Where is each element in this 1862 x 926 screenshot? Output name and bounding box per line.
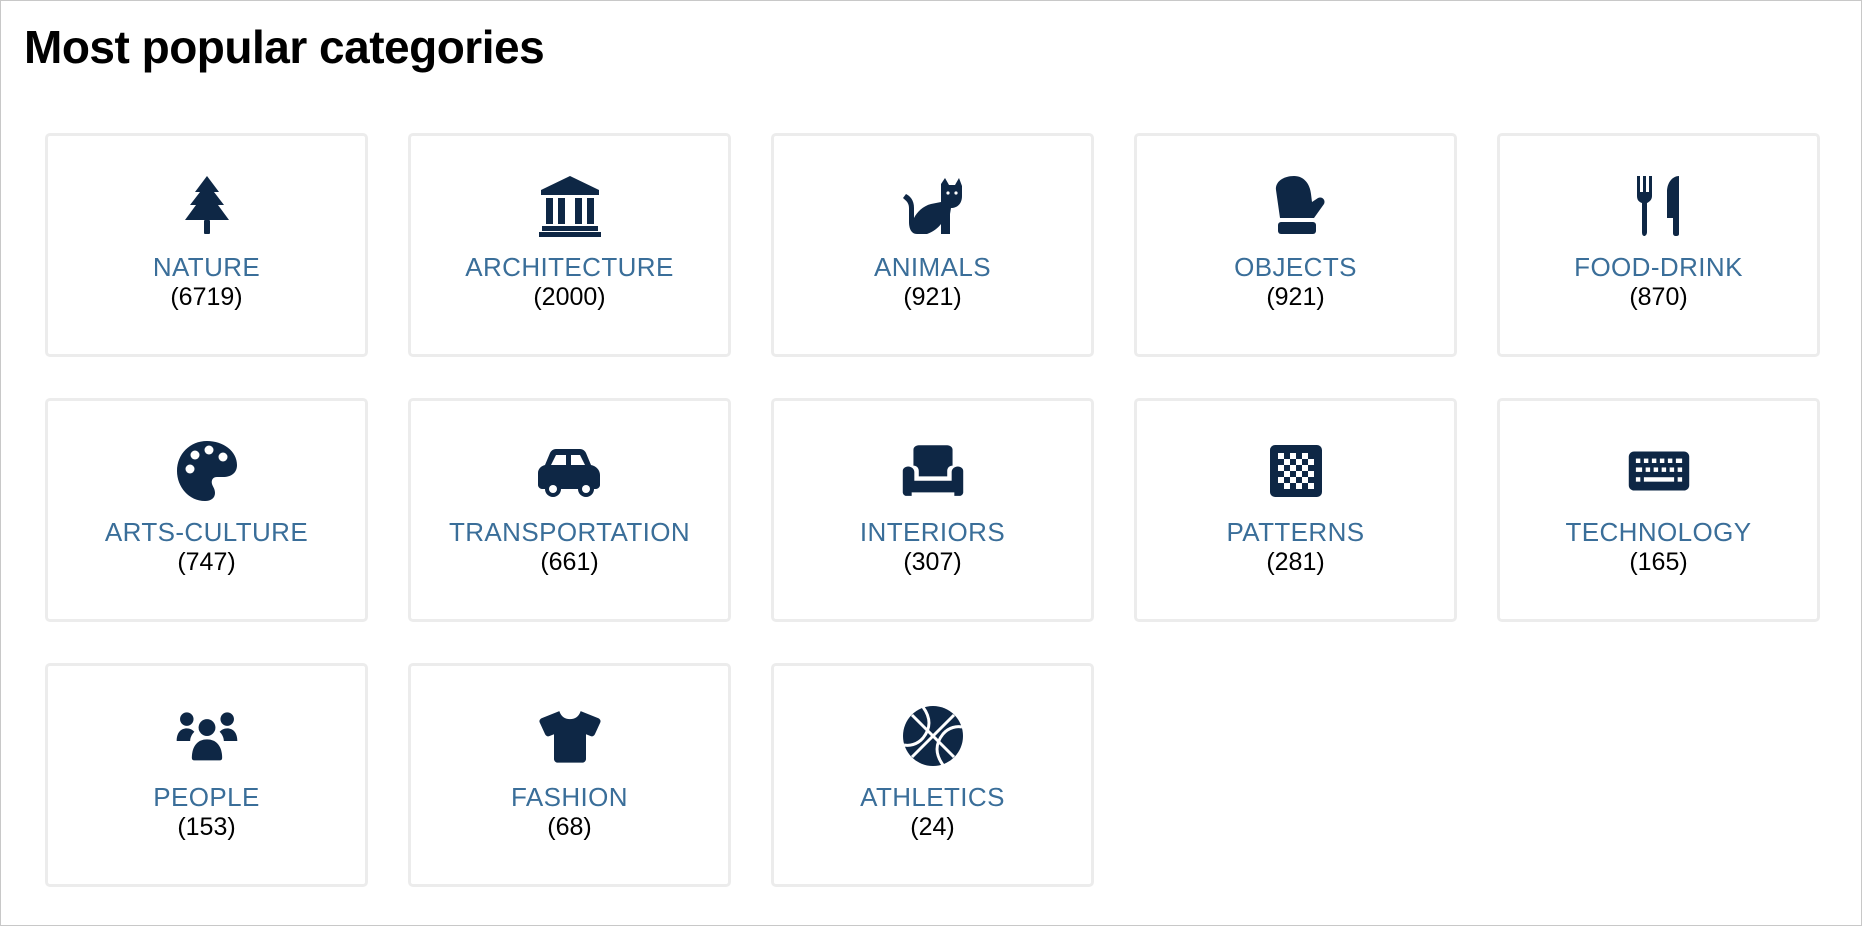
category-card-interiors[interactable]: INTERIORS (307)	[771, 398, 1094, 622]
page-frame: Most popular categories NATURE (6719) AR…	[0, 0, 1862, 926]
cat-icon	[897, 174, 969, 238]
category-label: FOOD-DRINK	[1574, 252, 1743, 282]
category-count: (307)	[903, 548, 962, 576]
people-group-icon	[171, 704, 243, 768]
category-label: NATURE	[152, 252, 261, 282]
tree-icon	[171, 174, 243, 238]
category-count: (165)	[1629, 548, 1688, 576]
category-card-architecture[interactable]: ARCHITECTURE (2000)	[408, 133, 731, 357]
category-count: (2000)	[533, 283, 606, 311]
category-card-animals[interactable]: ANIMALS (921)	[771, 133, 1094, 357]
palette-icon	[171, 439, 243, 503]
basketball-icon	[897, 704, 969, 768]
category-card-transportation[interactable]: TRANSPORTATION (661)	[408, 398, 731, 622]
category-label: INTERIORS	[859, 517, 1006, 547]
category-card-patterns[interactable]: PATTERNS (281)	[1134, 398, 1457, 622]
category-card-athletics[interactable]: ATHLETICS (24)	[771, 663, 1094, 887]
category-label: ARTS-CULTURE	[104, 517, 309, 547]
category-card-food-drink[interactable]: FOOD-DRINK (870)	[1497, 133, 1820, 357]
category-card-nature[interactable]: NATURE (6719)	[45, 133, 368, 357]
category-label: TECHNOLOGY	[1565, 517, 1752, 547]
category-label: PEOPLE	[153, 782, 260, 812]
couch-icon	[897, 439, 969, 503]
shirt-icon	[534, 704, 606, 768]
category-card-technology[interactable]: TECHNOLOGY (165)	[1497, 398, 1820, 622]
category-label: ANIMALS	[874, 252, 991, 282]
category-card-people[interactable]: PEOPLE (153)	[45, 663, 368, 887]
page-title: Most popular categories	[24, 21, 545, 73]
category-count: (747)	[177, 548, 236, 576]
keyboard-icon	[1623, 439, 1695, 503]
mitten-icon	[1260, 174, 1332, 238]
category-card-objects[interactable]: OBJECTS (921)	[1134, 133, 1457, 357]
category-count: (661)	[540, 548, 599, 576]
chess-board-icon	[1260, 439, 1332, 503]
category-label: TRANSPORTATION	[448, 517, 691, 547]
category-label: FASHION	[511, 782, 628, 812]
category-count: (281)	[1266, 548, 1325, 576]
category-count: (6719)	[170, 283, 243, 311]
category-card-arts-culture[interactable]: ARTS-CULTURE (747)	[45, 398, 368, 622]
category-count: (24)	[910, 813, 955, 841]
landmark-icon	[534, 174, 606, 238]
category-label: PATTERNS	[1226, 517, 1365, 547]
category-grid: NATURE (6719) ARCHITECTURE (2000) ANIMAL…	[45, 133, 1820, 887]
category-count: (921)	[1266, 283, 1325, 311]
category-count: (68)	[547, 813, 592, 841]
category-label: OBJECTS	[1234, 252, 1357, 282]
category-count: (921)	[903, 283, 962, 311]
category-label: ATHLETICS	[860, 782, 1005, 812]
category-card-fashion[interactable]: FASHION (68)	[408, 663, 731, 887]
category-label: ARCHITECTURE	[465, 252, 674, 282]
utensils-icon	[1623, 174, 1695, 238]
category-count: (870)	[1629, 283, 1688, 311]
car-icon	[534, 439, 606, 503]
category-count: (153)	[177, 813, 236, 841]
